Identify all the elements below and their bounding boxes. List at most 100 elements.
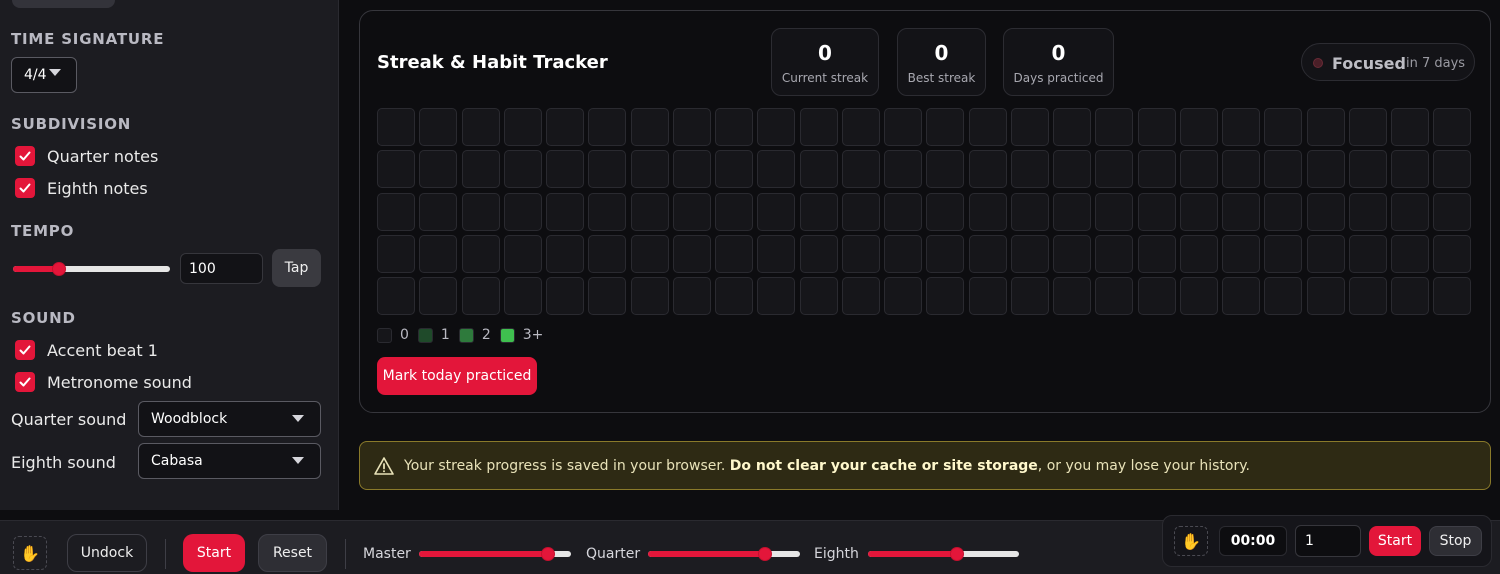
eighth-slider-thumb[interactable] <box>950 547 965 561</box>
heatmap-day-cell <box>503 108 542 146</box>
time-signature-title: TIME SIGNATURE <box>11 30 165 48</box>
warning-bold: Do not clear your cache or site storage <box>729 457 1038 474</box>
tempo-slider-thumb[interactable] <box>51 262 66 276</box>
warning-icon <box>374 456 394 475</box>
heatmap-day-cell <box>926 150 965 189</box>
heatmap-day-cell <box>1264 108 1303 146</box>
eighth-volume-slider[interactable] <box>868 547 1019 561</box>
metronome-sound-checkbox[interactable] <box>15 372 35 392</box>
quarter-slider-thumb[interactable] <box>758 547 773 561</box>
top-button-stub[interactable] <box>12 0 115 8</box>
eighth-notes-option[interactable]: Eighth notes <box>15 178 148 198</box>
timer-count-input[interactable]: 1 <box>1295 525 1361 557</box>
heatmap-day-cell <box>672 150 711 189</box>
status-dot-icon <box>1313 58 1323 68</box>
legend-label: 3+ <box>522 327 544 343</box>
mark-today-button[interactable]: Mark today practiced <box>377 357 537 395</box>
heatmap-day-cell <box>968 150 1007 189</box>
days-practiced-stat: 0 Days practiced <box>1003 28 1114 96</box>
heatmap-day-cell <box>461 234 500 273</box>
heatmap-day-cell <box>1306 192 1345 231</box>
heatmap-day-cell <box>799 192 838 231</box>
heatmap-legend: 0 1 2 3+ <box>377 327 552 343</box>
heatmap-day-cell <box>630 108 669 146</box>
heatmap-day-cell <box>377 234 415 273</box>
quarter-sound-label: Quarter sound <box>11 410 127 429</box>
undock-button[interactable]: Undock <box>67 534 147 572</box>
metronome-sound-option[interactable]: Metronome sound <box>15 372 192 392</box>
heatmap-day-cell <box>968 234 1007 273</box>
heatmap-day-cell <box>1348 192 1387 231</box>
heatmap-day-cell <box>419 150 458 189</box>
heatmap-day-cell <box>757 150 796 189</box>
heatmap-day-cell <box>1222 192 1260 231</box>
heatmap-day-cell <box>1053 234 1091 273</box>
eighth-sound-value: Cabasa <box>151 453 203 469</box>
master-slider-thumb[interactable] <box>541 547 556 561</box>
heatmap-day-cell <box>1179 150 1218 189</box>
subdivision-title: SUBDIVISION <box>11 115 132 133</box>
accent-beat-option[interactable]: Accent beat 1 <box>15 340 158 360</box>
heatmap-day-cell <box>1010 192 1049 231</box>
accent-beat-checkbox[interactable] <box>15 340 35 360</box>
quarter-notes-option[interactable]: Quarter notes <box>15 146 158 166</box>
drag-hand-icon[interactable]: ✋ <box>1174 526 1208 556</box>
heatmap-day-cell <box>715 277 753 315</box>
heatmap-day-cell <box>1433 234 1472 273</box>
heatmap-day-cell <box>1222 150 1260 189</box>
heatmap-day-cell <box>926 108 965 146</box>
eighth-sound-select[interactable]: Cabasa <box>138 443 321 479</box>
heatmap-day-cell <box>672 277 711 315</box>
heatmap-day-cell <box>377 277 415 315</box>
heatmap-day-cell <box>884 192 922 231</box>
timer-stop-button[interactable]: Stop <box>1429 526 1482 556</box>
heatmap-day-cell <box>1095 150 1134 189</box>
best-streak-value: 0 <box>934 41 949 65</box>
heatmap-day-cell <box>1306 234 1345 273</box>
heatmap-day-cell <box>1222 277 1260 315</box>
checkmark-icon <box>19 151 31 161</box>
best-streak-label: Best streak <box>907 71 976 85</box>
heatmap-day-cell <box>757 108 796 146</box>
heatmap-day-cell <box>1137 150 1176 189</box>
heatmap-day-cell <box>799 150 838 189</box>
tempo-slider[interactable] <box>13 262 170 276</box>
heatmap-day-cell <box>546 150 584 189</box>
heatmap-day-cell <box>1179 234 1218 273</box>
time-signature-select[interactable]: 4/4 <box>11 57 77 93</box>
eighth-label: Eighth <box>814 546 859 562</box>
legend-swatch <box>458 327 474 343</box>
quarter-slider-fill <box>648 551 766 557</box>
heatmap-day-cell <box>1433 277 1472 315</box>
eighth-notes-label: Eighth notes <box>47 178 148 198</box>
metronome-sound-label: Metronome sound <box>47 372 192 392</box>
tempo-input[interactable]: 100 <box>180 253 263 284</box>
eighth-notes-checkbox[interactable] <box>15 178 35 198</box>
reset-button[interactable]: Reset <box>258 534 327 572</box>
heatmap-day-cell <box>377 192 415 231</box>
master-volume-slider[interactable] <box>419 547 571 561</box>
heatmap-day-cell <box>884 150 922 189</box>
tap-tempo-button[interactable]: Tap <box>272 249 321 287</box>
timer-start-button[interactable]: Start <box>1369 526 1421 556</box>
heatmap-day-cell <box>1391 108 1429 146</box>
heatmap-day-cell <box>757 192 796 231</box>
quarter-notes-checkbox[interactable] <box>15 146 35 166</box>
heatmap-day-cell <box>503 192 542 231</box>
quarter-volume-slider[interactable] <box>648 547 800 561</box>
heatmap-day-cell <box>588 234 627 273</box>
heatmap-day-cell <box>1264 234 1303 273</box>
quarter-sound-select[interactable]: Woodblock <box>138 401 321 437</box>
checkmark-icon <box>19 377 31 387</box>
drag-hand-icon[interactable]: ✋ <box>13 536 47 570</box>
start-button[interactable]: Start <box>183 534 245 572</box>
heatmap-day-cell <box>799 277 838 315</box>
heatmap-day-cell <box>546 192 584 231</box>
time-signature-value: 4/4 <box>24 67 47 83</box>
heatmap-day-cell <box>1264 192 1303 231</box>
heatmap-day-cell <box>715 192 753 231</box>
heatmap-day-cell <box>968 192 1007 231</box>
heatmap-day-cell <box>1348 234 1387 273</box>
quarter-notes-label: Quarter notes <box>47 146 159 166</box>
heatmap-day-cell <box>672 234 711 273</box>
